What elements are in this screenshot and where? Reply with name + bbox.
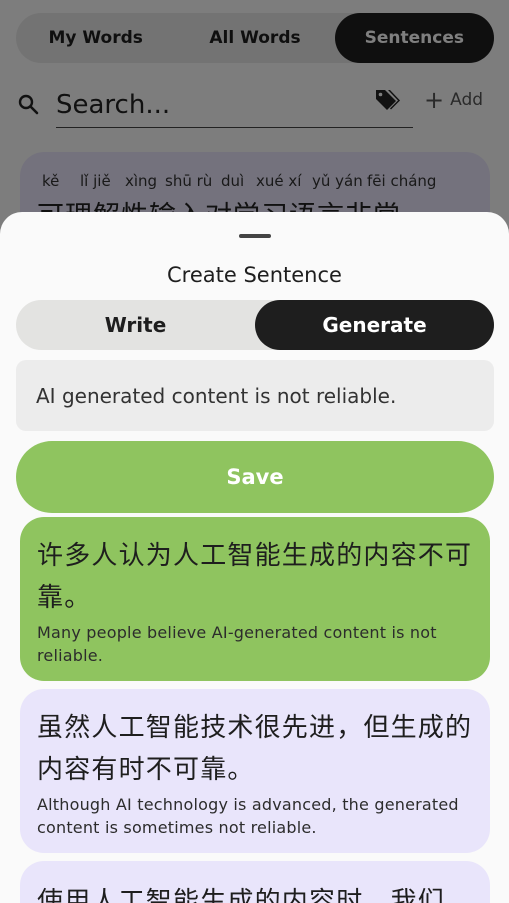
sentence-chinese: 许多人认为人工智能生成的内容不可靠。: [37, 541, 473, 613]
generated-sentence-card[interactable]: 许多人认为人工智能生成的内容不可靠。 Many people believe A…: [20, 517, 490, 681]
sentence-chinese: 虽然人工智能技术很先进，但生成的内容有时不可靠。: [37, 713, 473, 785]
generated-sentence-card[interactable]: 使用人工智能生成的内容时，我们: [20, 861, 490, 903]
ai-warning-notice: AI generated content is not reliable.: [16, 360, 494, 431]
sentence-translation: Many people believe AI-generated content…: [37, 623, 437, 665]
tab-write[interactable]: Write: [16, 300, 255, 350]
tab-generate[interactable]: Generate: [255, 300, 494, 350]
mode-toggle: Write Generate: [16, 300, 494, 350]
sheet-title: Create Sentence: [167, 263, 342, 287]
create-sentence-sheet: Create Sentence Write Generate AI genera…: [0, 212, 509, 903]
drag-handle[interactable]: [239, 234, 271, 238]
generated-sentence-card[interactable]: 虽然人工智能技术很先进，但生成的内容有时不可靠。 Although AI tec…: [20, 689, 490, 853]
sentence-chinese: 使用人工智能生成的内容时，我们: [37, 887, 446, 903]
sentence-translation: Although AI technology is advanced, the …: [37, 795, 459, 837]
save-button[interactable]: Save: [16, 441, 494, 513]
